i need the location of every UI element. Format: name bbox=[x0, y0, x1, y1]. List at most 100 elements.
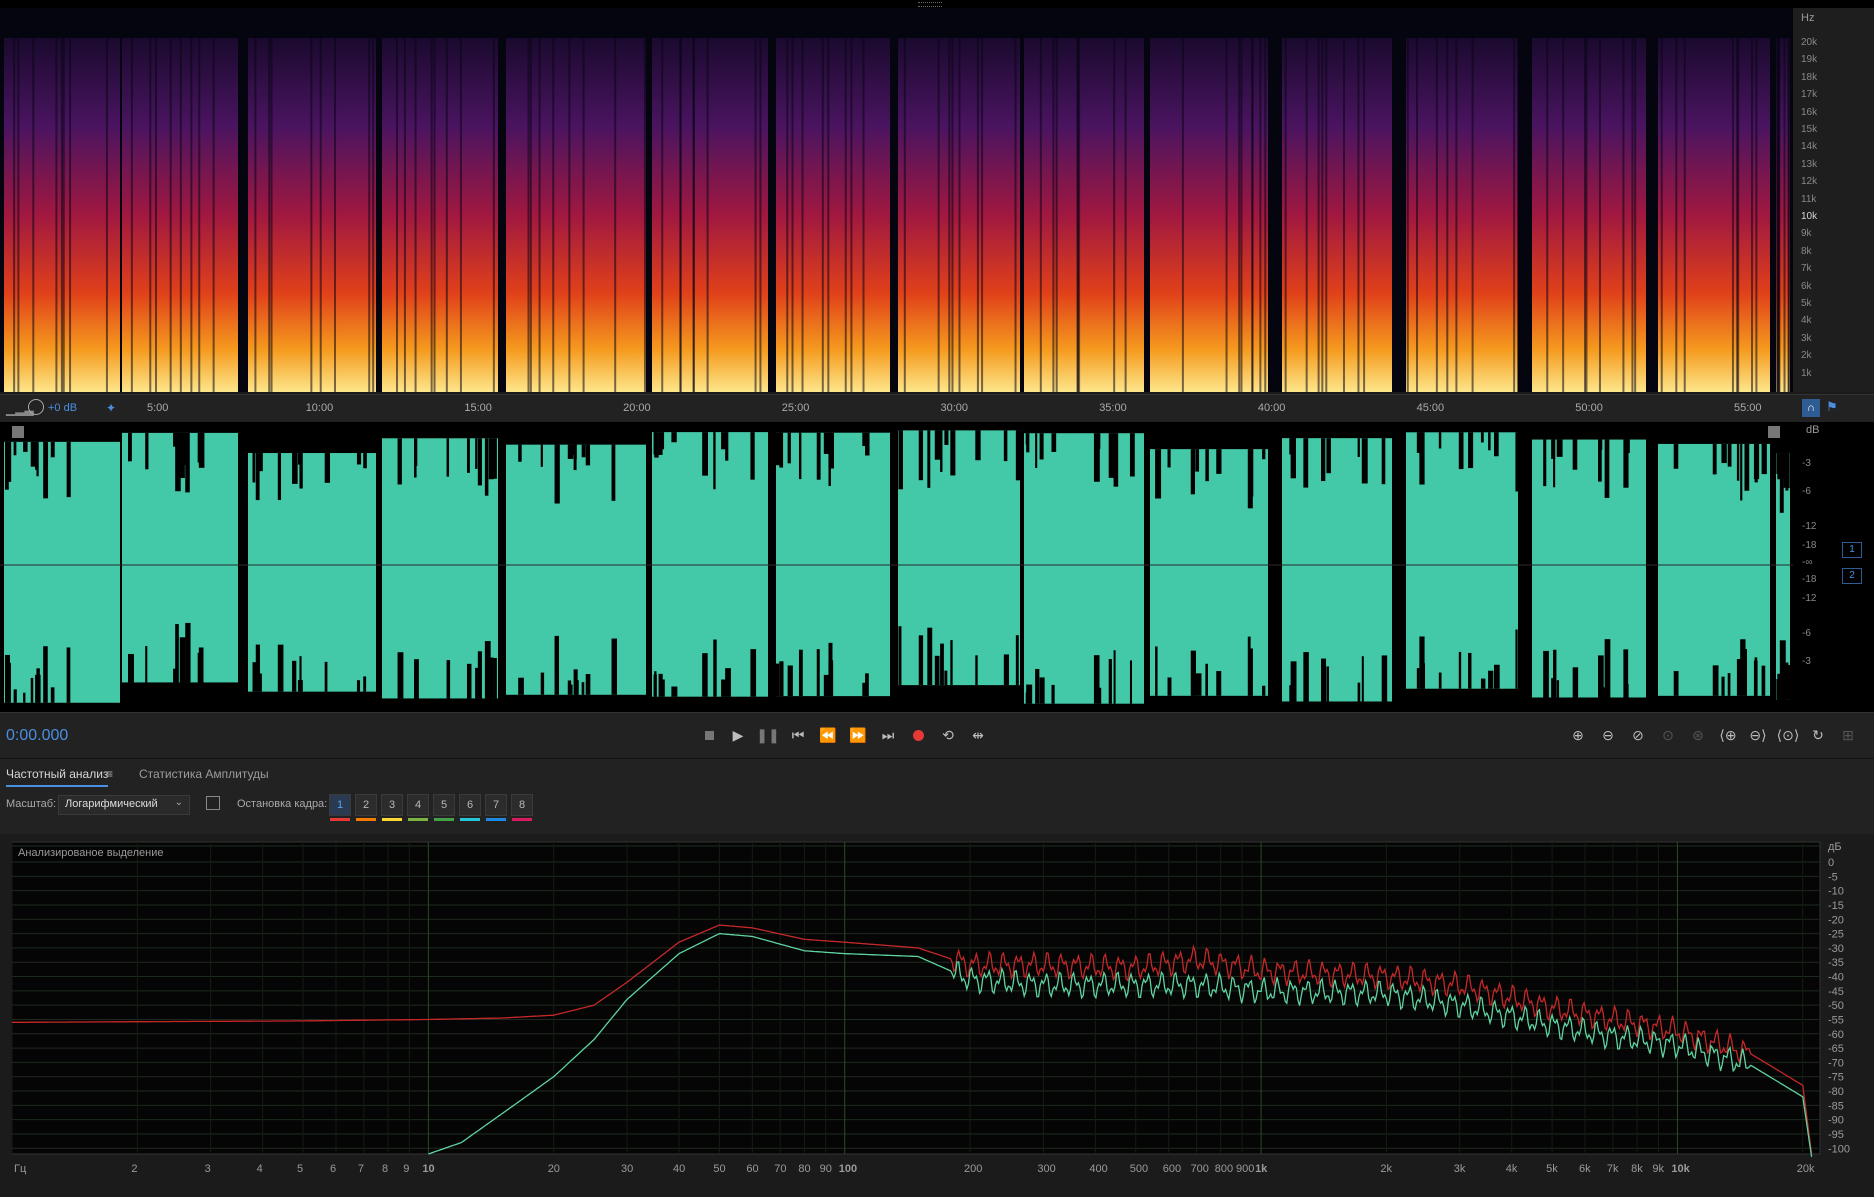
waveform-notch bbox=[1458, 651, 1462, 689]
spectrogram-canvas[interactable] bbox=[0, 0, 1874, 392]
waveform-segment bbox=[248, 453, 376, 692]
spectrogram-gap bbox=[130, 38, 133, 392]
waveform-notch bbox=[1035, 668, 1040, 704]
spectrogram-gap bbox=[1014, 38, 1017, 392]
frequency-chart[interactable]: дБ 0 -5 -10 -15 -20 -25 -30 -35 -40 -45 -50 -55 -60 -6… bbox=[0, 834, 1874, 1192]
tab-amplitude-statistics[interactable]: Статистика Амплитуды bbox=[139, 767, 269, 781]
waveform-notch bbox=[540, 444, 543, 467]
waveform-notch bbox=[1216, 449, 1222, 474]
spectral-frequency-display[interactable] bbox=[0, 0, 1874, 392]
gain-value[interactable]: +0 dB bbox=[48, 402, 77, 414]
tab-frequency-analysis[interactable]: Частотный анализ bbox=[6, 767, 109, 787]
rewind-icon[interactable]: ⏪ bbox=[816, 723, 840, 747]
y-tick-label: -65 bbox=[1828, 1043, 1844, 1055]
waveform-notch bbox=[702, 432, 709, 476]
time-ruler[interactable]: ▁▂▃ +0 dB ✦ 5:00 10:00 15:00 20:00 25:00 30:0… bbox=[0, 394, 1874, 424]
skip-to-end-icon[interactable]: ⏭ bbox=[876, 723, 900, 747]
zoom-in-time-icon[interactable]: ⟨⊕ bbox=[1716, 723, 1740, 747]
fast-forward-icon[interactable]: ⏩ bbox=[846, 723, 870, 747]
snapshot-label: 5 bbox=[440, 799, 448, 811]
channel-1-toggle[interactable]: 1 bbox=[1842, 542, 1862, 558]
snapshot-button-3[interactable]: 3 bbox=[381, 794, 403, 821]
play-icon[interactable]: ▶ bbox=[726, 723, 750, 747]
waveform-notch bbox=[1093, 433, 1100, 482]
spectrogram-gap bbox=[1240, 38, 1243, 392]
waveform-segment bbox=[1658, 443, 1770, 696]
zoom-out-full-icon[interactable]: ⊞ bbox=[1836, 723, 1860, 747]
snapshot-button-2[interactable]: 2 bbox=[355, 794, 377, 821]
channel-2-toggle[interactable]: 2 bbox=[1842, 568, 1862, 584]
panel-menu-icon[interactable]: ≡ bbox=[106, 767, 113, 781]
time-label: 35:00 bbox=[1099, 402, 1127, 414]
pause-icon[interactable]: ❚❚ bbox=[756, 723, 780, 747]
snapshot-button-4[interactable]: 4 bbox=[407, 794, 429, 821]
waveform-notch bbox=[940, 643, 944, 686]
snapshot-button-7[interactable]: 7 bbox=[485, 794, 507, 821]
spectrogram-gap bbox=[190, 38, 193, 392]
record-icon[interactable] bbox=[906, 723, 930, 747]
x-tick-label: 3k bbox=[1454, 1163, 1466, 1175]
spectrogram-gap bbox=[169, 38, 172, 392]
spectrogram-gap bbox=[433, 38, 436, 392]
waveform-notch bbox=[1673, 443, 1679, 469]
waveform-notch bbox=[1488, 432, 1491, 451]
panel-resize-handle[interactable] bbox=[900, 0, 960, 8]
waveform-canvas[interactable] bbox=[0, 422, 1874, 712]
snapshot-button-5[interactable]: 5 bbox=[433, 794, 455, 821]
waveform-notch bbox=[823, 674, 829, 697]
zoom-out-time-icon[interactable]: ⊖⟩ bbox=[1746, 723, 1770, 747]
stop-icon[interactable] bbox=[697, 723, 721, 747]
corner-toggle-icon[interactable] bbox=[12, 426, 24, 438]
spectrogram-gap bbox=[319, 38, 322, 392]
snapshot-button-6[interactable]: 6 bbox=[459, 794, 481, 821]
spectrogram-gap bbox=[69, 38, 72, 392]
x-tick-label: 6 bbox=[330, 1163, 336, 1175]
time-label: 25:00 bbox=[781, 402, 810, 414]
skip-to-start-icon[interactable]: ⏮ bbox=[786, 723, 810, 747]
frequency-tick: 20k bbox=[1801, 37, 1818, 48]
y-tick-label: -100 bbox=[1828, 1143, 1850, 1155]
spectrogram-gap bbox=[254, 38, 257, 392]
waveform-notch bbox=[671, 686, 678, 697]
current-time[interactable]: 0:00.000 bbox=[6, 727, 68, 745]
spectrogram-gap bbox=[1305, 38, 1308, 392]
waveform-notch bbox=[862, 682, 866, 697]
waveform-notch bbox=[7, 441, 12, 482]
scale-dropdown[interactable]: Логарифмический ⌄ bbox=[58, 795, 190, 815]
frequency-analysis-graph[interactable]: дБ 0 -5 -10 -15 -20 -25 -30 -35 -40 -45 -50 -55 -60 -6… bbox=[0, 834, 1874, 1192]
loop-icon[interactable]: ⟲ bbox=[936, 723, 960, 747]
pin-icon[interactable]: ✦ bbox=[106, 401, 116, 415]
marker-icon[interactable]: ⚑ bbox=[1826, 399, 1838, 415]
skip-selection-icon[interactable]: ⇹ bbox=[966, 723, 990, 747]
zoom-selection-full-icon[interactable]: ⊛ bbox=[1686, 723, 1710, 747]
waveform-notch bbox=[1623, 649, 1629, 698]
snapshot-button-1[interactable]: 1 bbox=[329, 794, 351, 821]
scale-dropdown-value: Логарифмический bbox=[65, 798, 158, 810]
spectrogram-gap bbox=[430, 38, 433, 392]
y-tick-label: -90 bbox=[1828, 1115, 1844, 1127]
frequency-tick: 12k bbox=[1801, 176, 1818, 188]
y-tick-label: -50 bbox=[1828, 1000, 1844, 1012]
waveform-notch bbox=[944, 670, 948, 686]
snapshot-button-8[interactable]: 8 bbox=[511, 794, 533, 821]
spectrogram-gap bbox=[1416, 38, 1419, 392]
zoom-history-icon[interactable]: ↻ bbox=[1806, 723, 1830, 747]
waveform-notch bbox=[1740, 443, 1743, 501]
x-tick-label: 30 bbox=[621, 1163, 633, 1175]
headphones-icon[interactable]: ∩ bbox=[1802, 399, 1820, 417]
waveform-notch bbox=[477, 438, 482, 486]
corner-toggle-right-icon[interactable] bbox=[1768, 426, 1780, 438]
copy-icon[interactable] bbox=[206, 796, 220, 810]
zoom-in-amplitude-icon[interactable]: ⊕ bbox=[1566, 723, 1590, 747]
gain-knob-icon[interactable] bbox=[28, 399, 44, 415]
zoom-full-icon[interactable]: ⟨⊙⟩ bbox=[1776, 723, 1800, 747]
waveform-display[interactable]: dB -3 -6 -12 -18 -∞ -18 -12 -6 -3 1 2 bbox=[0, 422, 1874, 712]
zoom-reset-icon[interactable]: ⊘ bbox=[1626, 723, 1650, 747]
waveform-notch bbox=[950, 430, 956, 476]
zoom-selection-icon[interactable]: ⊙ bbox=[1656, 723, 1680, 747]
waveform-notch bbox=[611, 638, 617, 695]
spectrogram-gap bbox=[754, 38, 757, 392]
zoom-out-amplitude-icon[interactable]: ⊖ bbox=[1596, 723, 1620, 747]
waveform-notch bbox=[787, 432, 791, 464]
spectrogram-gap bbox=[1446, 38, 1449, 392]
